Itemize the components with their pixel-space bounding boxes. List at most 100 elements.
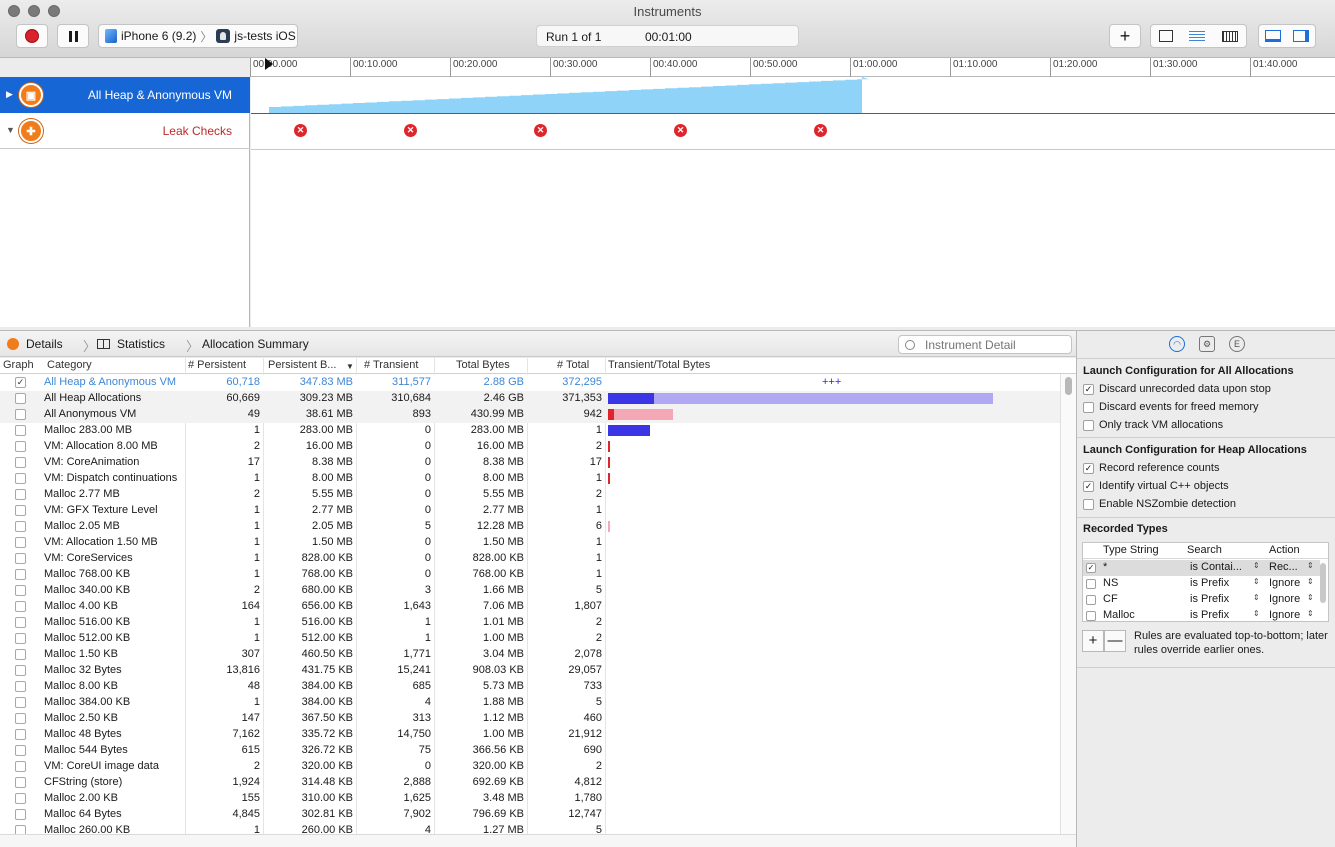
graph-checkbox[interactable] [15, 713, 26, 724]
graph-checkbox[interactable] [15, 537, 26, 548]
updown-icon[interactable]: ⇕ [1307, 593, 1314, 602]
table-row[interactable]: Malloc 512.00 KB 1 512.00 KB 1 1.00 MB 2 [0, 631, 1060, 647]
breadcrumb-allocation-summary[interactable]: Allocation Summary [202, 337, 309, 351]
table-row[interactable]: Malloc 4.00 KB 164 656.00 KB 1,643 7.06 MB 1,… [0, 599, 1060, 615]
table-row[interactable]: All Heap Allocations 60,669 309.23 MB 310,6… [0, 391, 1060, 407]
table-row[interactable]: Malloc 2.50 KB 147 367.50 KB 313 1.12 MB 460 [0, 711, 1060, 727]
instrument-detail-search-input[interactable] [898, 335, 1072, 354]
table-row[interactable]: Malloc 768.00 KB 1 768.00 KB 0 768.00 KB 1 [0, 567, 1060, 583]
gear-icon[interactable]: ⚙ [1199, 336, 1215, 352]
type-checkbox[interactable] [1086, 579, 1096, 589]
breadcrumb-details[interactable]: Details [26, 337, 63, 351]
leak-check-icon[interactable]: ✕ [534, 124, 547, 137]
graph-checkbox[interactable] [15, 697, 26, 708]
leak-check-icon[interactable]: ✕ [674, 124, 687, 137]
table-row[interactable]: Malloc 2.77 MB 2 5.55 MB 0 5.55 MB 2 [0, 487, 1060, 503]
pause-button[interactable] [57, 24, 89, 48]
target-selector[interactable]: iPhone 6 (9.2) 〉 js-tests iOS [98, 24, 298, 48]
disclosure-down-icon[interactable]: ▼ [6, 125, 15, 135]
graph-checkbox[interactable] [15, 825, 26, 834]
leak-check-icon[interactable]: ✕ [404, 124, 417, 137]
graph-checkbox[interactable] [15, 665, 26, 676]
action-select[interactable]: Rec... [1269, 561, 1298, 573]
updown-icon[interactable]: ⇕ [1307, 577, 1314, 586]
updown-icon[interactable]: ⇕ [1253, 593, 1260, 602]
recorded-type-row[interactable]: CF is Prefix ⇕ Ignore ⇕ [1083, 592, 1320, 608]
graph-checkbox[interactable] [15, 601, 26, 612]
list-view-icon[interactable] [1189, 30, 1206, 42]
checkbox[interactable]: ✓ [1083, 481, 1094, 492]
column-header-persistent[interactable]: # Persistent [188, 359, 246, 371]
table-row[interactable]: Malloc 544 Bytes 615 326.72 KB 75 366.56 KB 6… [0, 743, 1060, 759]
table-row[interactable]: Malloc 32 Bytes 13,816 431.75 KB 15,241 908.… [0, 663, 1060, 679]
track-timeline[interactable] [251, 77, 1335, 327]
leak-check-icon[interactable]: ✕ [814, 124, 827, 137]
graph-checkbox[interactable] [15, 393, 26, 404]
column-header-action[interactable]: Action [1269, 544, 1300, 556]
recorded-type-row[interactable]: ✓ * is Contai... ⇕ Rec... ⇕ [1083, 560, 1320, 576]
column-header-transient-total-bytes[interactable]: Transient/Total Bytes [608, 359, 710, 371]
graph-checkbox[interactable] [15, 473, 26, 484]
track-allocations[interactable]: ▶ ▣ All Heap & Anonymous VM [0, 77, 250, 113]
type-checkbox[interactable] [1086, 611, 1096, 621]
updown-icon[interactable]: ⇕ [1307, 561, 1314, 570]
table-row[interactable]: VM: Allocation 8.00 MB 2 16.00 MB 0 16.00 MB… [0, 439, 1060, 455]
graph-checkbox[interactable] [15, 409, 26, 420]
updown-icon[interactable]: ⇕ [1253, 561, 1260, 570]
table-row[interactable]: Malloc 283.00 MB 1 283.00 MB 0 283.00 MB 1 [0, 423, 1060, 439]
search-select[interactable]: is Prefix [1190, 577, 1229, 589]
search-select[interactable]: is Prefix [1190, 609, 1229, 621]
column-header-total[interactable]: # Total [557, 359, 589, 371]
graph-checkbox[interactable] [15, 745, 26, 756]
column-header-transient[interactable]: # Transient [364, 359, 418, 371]
add-instrument-button[interactable]: + [1109, 24, 1141, 48]
checkbox[interactable]: ✓ [1083, 463, 1094, 474]
table-row[interactable]: VM: CoreServices 1 828.00 KB 0 828.00 KB 1 [0, 551, 1060, 567]
recorded-type-row[interactable]: Malloc is Prefix ⇕ Ignore ⇕ [1083, 608, 1320, 624]
type-checkbox[interactable] [1086, 595, 1096, 605]
table-row[interactable]: VM: Dispatch continuations 1 8.00 MB 0 8.00 … [0, 471, 1060, 487]
scrollbar-thumb[interactable] [1065, 377, 1072, 395]
horizontal-scrollbar[interactable] [0, 834, 1076, 847]
graph-checkbox[interactable] [15, 585, 26, 596]
column-header-search[interactable]: Search [1187, 544, 1222, 556]
graph-checkbox[interactable] [15, 553, 26, 564]
table-row[interactable]: VM: GFX Texture Level 1 2.77 MB 0 2.77 MB 1 [0, 503, 1060, 519]
updown-icon[interactable]: ⇕ [1253, 577, 1260, 586]
search-select[interactable]: is Contai... [1190, 561, 1242, 573]
graph-checkbox[interactable] [15, 425, 26, 436]
column-header-persistent-bytes[interactable]: Persistent B... [268, 359, 336, 371]
graph-checkbox[interactable] [15, 489, 26, 500]
record-settings-icon[interactable] [1159, 30, 1174, 42]
checkbox[interactable]: ✓ [1083, 384, 1094, 395]
sort-descending-icon[interactable]: ▼ [346, 362, 354, 371]
disclosure-right-icon[interactable]: ▶ [6, 89, 13, 100]
graph-checkbox[interactable] [15, 793, 26, 804]
graph-checkbox[interactable] [15, 457, 26, 468]
timeline-ruler[interactable]: 00:00.000 00:10.000 00:20.000 00:30.000 00:4… [250, 58, 1335, 77]
column-header-category[interactable]: Category [47, 359, 92, 371]
leak-check-icon[interactable]: ✕ [294, 124, 307, 137]
table-row[interactable]: Malloc 1.50 KB 307 460.50 KB 1,771 3.04 MB 2,… [0, 647, 1060, 663]
table-row[interactable]: VM: CoreUI image data 2 320.00 KB 0 320.00 K… [0, 759, 1060, 775]
graph-checkbox[interactable] [15, 633, 26, 644]
table-row[interactable]: Malloc 340.00 KB 2 680.00 KB 3 1.66 MB 5 [0, 583, 1060, 599]
table-row[interactable]: Malloc 64 Bytes 4,845 302.81 KB 7,902 796.69… [0, 807, 1060, 823]
graph-checkbox[interactable] [15, 761, 26, 772]
graph-checkbox[interactable] [15, 729, 26, 740]
playhead-icon[interactable] [265, 58, 273, 70]
action-select[interactable]: Ignore [1269, 609, 1300, 621]
type-checkbox[interactable]: ✓ [1086, 563, 1096, 573]
recorded-type-row[interactable]: NS is Prefix ⇕ Ignore ⇕ [1083, 576, 1320, 592]
updown-icon[interactable]: ⇕ [1307, 609, 1314, 618]
checkbox[interactable] [1083, 402, 1094, 413]
graph-checkbox[interactable]: ✓ [15, 377, 26, 388]
record-button[interactable] [16, 24, 48, 48]
grid-view-icon[interactable] [1221, 30, 1238, 42]
column-header-type-string[interactable]: Type String [1103, 544, 1159, 556]
table-row[interactable]: VM: CoreAnimation 17 8.38 MB 0 8.38 MB 17 [0, 455, 1060, 471]
track-leaks[interactable]: ▼ ✚ Leak Checks [0, 113, 250, 149]
action-select[interactable]: Ignore [1269, 577, 1300, 589]
record-settings-tab-icon[interactable]: ◠ [1169, 336, 1185, 352]
column-header-total-bytes[interactable]: Total Bytes [456, 359, 510, 371]
